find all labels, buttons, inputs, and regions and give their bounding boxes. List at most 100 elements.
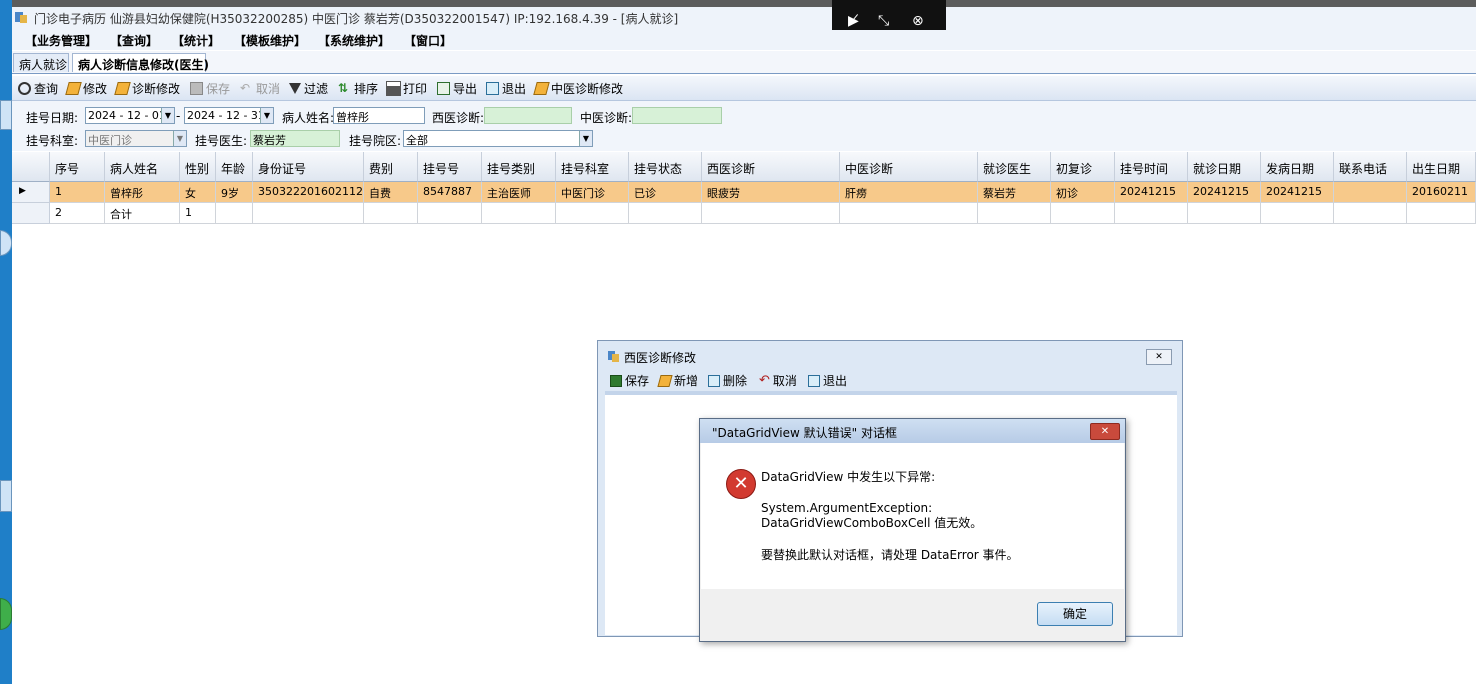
col-header[interactable]: 挂号科室 xyxy=(556,152,629,182)
table-cell[interactable] xyxy=(364,203,418,224)
table-cell[interactable]: 主治医师 xyxy=(482,182,556,203)
table-cell[interactable] xyxy=(1334,203,1407,224)
col-header[interactable]: 病人姓名 xyxy=(105,152,180,182)
col-header[interactable]: 出生日期 xyxy=(1407,152,1476,182)
query-button[interactable]: 查询 xyxy=(18,80,58,97)
row-header[interactable] xyxy=(12,203,50,224)
close-icon[interactable]: ✕ xyxy=(1146,349,1172,365)
cancel-button[interactable]: ↶ 取消 xyxy=(759,372,797,389)
pin-icon[interactable]: ▶̸ xyxy=(848,13,859,29)
chevron-down-icon[interactable]: ▼ xyxy=(161,108,174,123)
exit-button[interactable]: 退出 xyxy=(486,80,526,97)
cancel-button[interactable]: ↶ 取消 xyxy=(240,80,280,97)
table-cell[interactable]: 9岁 xyxy=(216,182,253,203)
table-cell[interactable]: 1 xyxy=(180,203,216,224)
date-from-picker[interactable]: 2024 - 12 - 01 ▼ xyxy=(85,107,175,124)
patient-name-input[interactable]: 曾梓彤 xyxy=(333,107,425,124)
filter-button[interactable]: 过滤 xyxy=(289,80,328,97)
table-cell[interactable]: 蔡岩芳 xyxy=(978,182,1051,203)
tab-patient-visit[interactable]: 病人就诊 xyxy=(13,53,69,72)
col-header[interactable]: 就诊医生 xyxy=(978,152,1051,182)
ok-button[interactable]: 确定 xyxy=(1037,602,1113,626)
table-cell[interactable]: 眼疲劳 xyxy=(702,182,840,203)
exit-button[interactable]: 退出 xyxy=(808,372,847,389)
sort-button[interactable]: ⇅ 排序 xyxy=(338,80,378,97)
grid-corner[interactable] xyxy=(12,152,50,182)
table-cell[interactable]: 中医门诊 xyxy=(556,182,629,203)
menu-window[interactable]: 【窗口】 xyxy=(404,32,452,49)
col-header[interactable]: 就诊日期 xyxy=(1188,152,1261,182)
col-header[interactable]: 挂号时间 xyxy=(1115,152,1188,182)
table-cell[interactable] xyxy=(556,203,629,224)
table-cell[interactable]: 自费 xyxy=(364,182,418,203)
table-cell[interactable]: 1 xyxy=(50,182,105,203)
table-cell[interactable] xyxy=(418,203,482,224)
col-header[interactable]: 身份证号 xyxy=(253,152,364,182)
menu-template[interactable]: 【模板维护】 xyxy=(234,32,306,49)
col-header[interactable]: 挂号状态 xyxy=(629,152,702,182)
table-cell[interactable]: 已诊 xyxy=(629,182,702,203)
table-cell[interactable] xyxy=(840,203,978,224)
table-cell[interactable] xyxy=(482,203,556,224)
menu-query[interactable]: 【查询】 xyxy=(110,32,158,49)
date-to-picker[interactable]: 2024 - 12 - 31 ▼ xyxy=(184,107,274,124)
col-header[interactable]: 性别 xyxy=(180,152,216,182)
table-cell[interactable] xyxy=(629,203,702,224)
tab-diagnosis-edit[interactable]: 病人诊断信息修改(医生) xyxy=(72,53,209,72)
table-cell[interactable] xyxy=(1051,203,1115,224)
table-cell[interactable]: 女 xyxy=(180,182,216,203)
table-cell[interactable] xyxy=(253,203,364,224)
reg-doctor-input[interactable]: 蔡岩芳 xyxy=(250,130,340,147)
save-button[interactable]: 保存 xyxy=(190,80,230,97)
menu-business[interactable]: 【业务管理】 xyxy=(25,32,97,49)
reg-campus-select[interactable]: 全部 ▼ xyxy=(403,130,593,147)
export-button[interactable]: 导出 xyxy=(437,80,477,97)
close-icon[interactable]: ✕ xyxy=(1090,423,1120,440)
table-cell[interactable] xyxy=(216,203,253,224)
col-header[interactable]: 中医诊断 xyxy=(840,152,978,182)
col-header[interactable]: 挂号类别 xyxy=(482,152,556,182)
col-header[interactable]: 费别 xyxy=(364,152,418,182)
tcm-diagnosis-edit-button[interactable]: 中医诊断修改 xyxy=(533,80,623,97)
reg-dept-select[interactable]: 中医门诊 ▼ xyxy=(85,130,187,147)
col-header[interactable]: 挂号号 xyxy=(418,152,482,182)
col-header[interactable]: 序号 xyxy=(50,152,105,182)
col-header[interactable]: 发病日期 xyxy=(1261,152,1334,182)
row-selector-icon[interactable]: ▶ xyxy=(12,182,50,203)
table-cell[interactable]: 曾梓彤 xyxy=(105,182,180,203)
close-icon[interactable]: ⊗ xyxy=(912,13,924,29)
chevron-down-icon[interactable]: ▼ xyxy=(260,108,273,123)
col-header[interactable]: 西医诊断 xyxy=(702,152,840,182)
table-cell[interactable] xyxy=(978,203,1051,224)
table-cell[interactable]: 8547887 xyxy=(418,182,482,203)
table-cell[interactable] xyxy=(1334,182,1407,203)
table-cell[interactable]: 肝痨 xyxy=(840,182,978,203)
resize-icon[interactable]: ⤡ xyxy=(878,13,889,29)
chevron-down-icon[interactable]: ▼ xyxy=(579,131,592,146)
table-cell[interactable] xyxy=(702,203,840,224)
table-cell[interactable]: 350322201602112540 xyxy=(253,182,364,203)
diagnosis-edit-button[interactable]: 诊断修改 xyxy=(114,80,180,97)
menu-statistics[interactable]: 【统计】 xyxy=(172,32,220,49)
col-header[interactable]: 初复诊 xyxy=(1051,152,1115,182)
table-cell[interactable] xyxy=(1115,203,1188,224)
table-cell[interactable]: 合计 xyxy=(105,203,180,224)
table-cell[interactable]: 20241215 xyxy=(1188,182,1261,203)
print-button[interactable]: 打印 xyxy=(386,80,427,97)
table-cell[interactable]: 20241215 xyxy=(1261,182,1334,203)
table-cell[interactable]: 2 xyxy=(50,203,105,224)
tcm-diagnosis-input[interactable] xyxy=(632,107,722,124)
west-diagnosis-input[interactable] xyxy=(484,107,572,124)
col-header[interactable]: 联系电话 xyxy=(1334,152,1407,182)
chevron-down-icon[interactable]: ▼ xyxy=(173,131,186,146)
delete-button[interactable]: 删除 xyxy=(708,372,747,389)
col-header[interactable]: 年龄 xyxy=(216,152,253,182)
save-button[interactable]: 保存 xyxy=(610,372,649,389)
add-button[interactable]: 新增 xyxy=(657,372,698,389)
edit-button[interactable]: 修改 xyxy=(65,80,107,97)
menu-system[interactable]: 【系统维护】 xyxy=(318,32,390,49)
table-cell[interactable]: 20241215 xyxy=(1115,182,1188,203)
table-cell[interactable]: 20160211 xyxy=(1407,182,1476,203)
table-cell[interactable]: 初诊 xyxy=(1051,182,1115,203)
table-cell[interactable] xyxy=(1261,203,1334,224)
